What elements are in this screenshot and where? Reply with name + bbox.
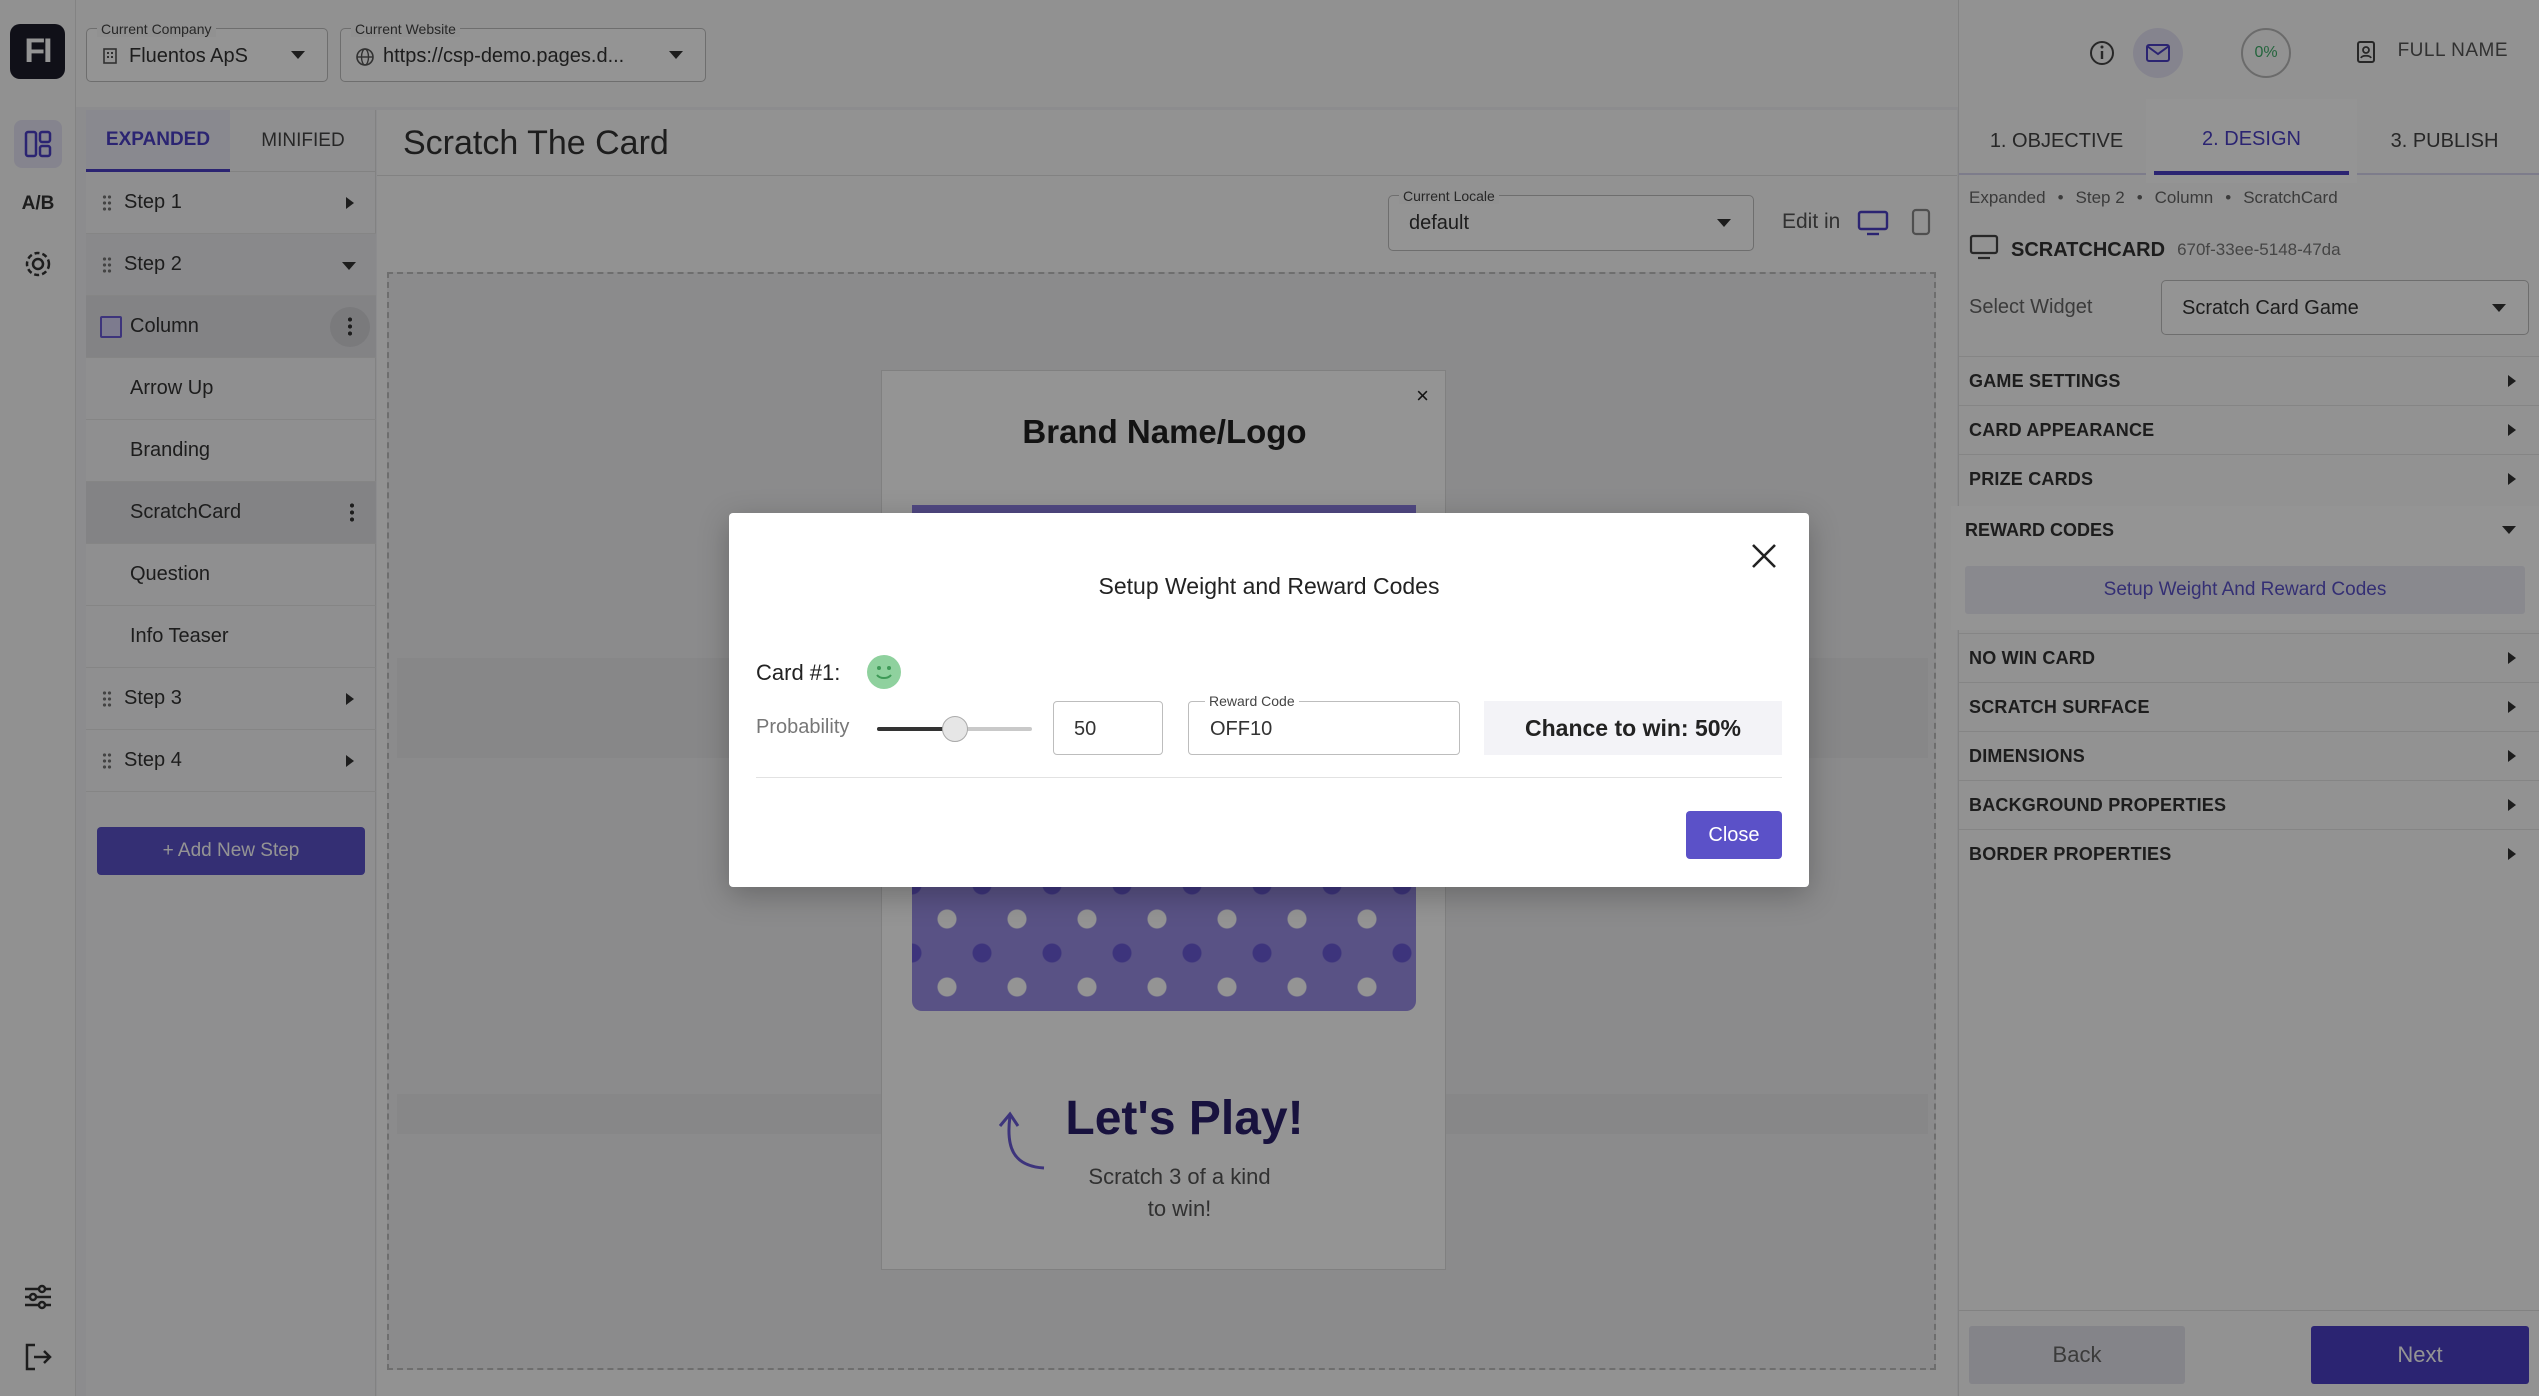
reward-codes-dialog: Setup Weight and Reward Codes Card #1: P… [729,513,1809,887]
dialog-title: Setup Weight and Reward Codes [1098,573,1440,599]
probability-input[interactable]: 50 [1053,701,1163,755]
smiley-icon [867,655,901,689]
reward-code-label: Reward Code [1205,693,1299,709]
close-icon[interactable] [1749,541,1779,571]
card-label: Card #1: [756,660,841,685]
probability-label: Probability [756,716,850,738]
reward-code-value: OFF10 [1210,718,1273,740]
probability-slider[interactable] [877,716,1032,742]
reward-code-field[interactable]: Reward Code OFF10 [1188,693,1460,755]
close-button[interactable]: Close [1686,811,1782,859]
slider-handle[interactable] [941,716,968,742]
chance-to-win: Chance to win: 50% [1484,701,1782,755]
dialog-divider [756,777,1782,778]
